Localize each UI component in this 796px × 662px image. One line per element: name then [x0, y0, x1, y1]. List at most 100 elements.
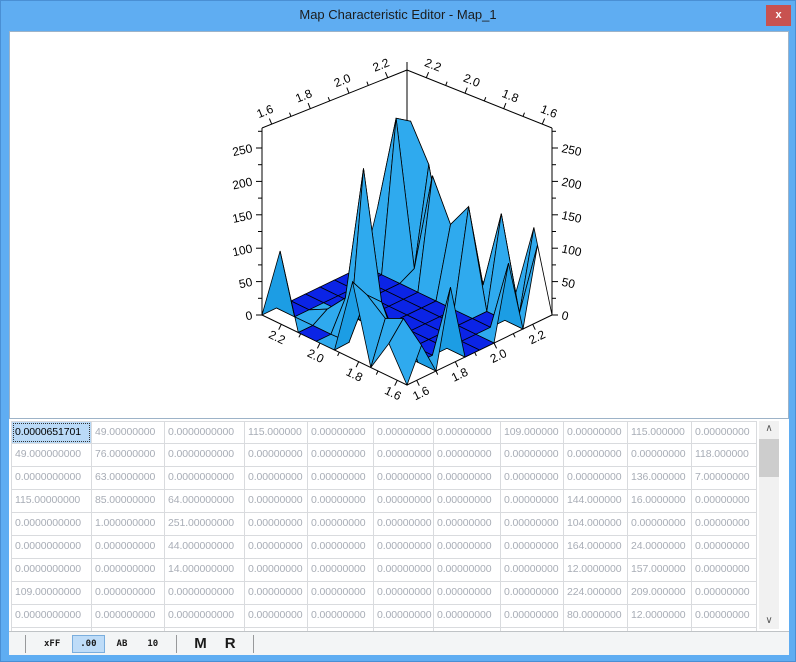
grid-cell[interactable]: 80.0000000 — [564, 605, 628, 628]
grid-cell[interactable]: 115.00000000 — [11, 490, 92, 513]
grid-cell[interactable]: 0.00000000 — [501, 582, 564, 605]
grid-cell[interactable]: 0.00000000 — [245, 467, 308, 490]
grid-cell[interactable]: 49.00000000 — [92, 421, 165, 444]
grid-cell[interactable]: 76.00000000 — [92, 444, 165, 467]
grid-cell[interactable]: 0.0000000000 — [165, 582, 245, 605]
grid-cell[interactable] — [11, 628, 92, 631]
grid-cell[interactable]: 0.00000000 — [501, 490, 564, 513]
grid-cell[interactable]: 109.000000 — [501, 421, 564, 444]
grid-cell[interactable] — [628, 628, 692, 631]
scroll-down-button[interactable]: ∨ — [759, 613, 779, 629]
grid-cell[interactable]: 0.00000000 — [501, 513, 564, 536]
grid-cell[interactable]: 0.00000000 — [692, 421, 757, 444]
grid-cell[interactable]: 0.00000000 — [434, 421, 501, 444]
grid-cell[interactable]: 64.000000000 — [165, 490, 245, 513]
grid-cell[interactable]: 0.00000000 — [245, 444, 308, 467]
grid-cell[interactable] — [564, 628, 628, 631]
grid-cell[interactable]: 0.00000000 — [564, 444, 628, 467]
grid-cell[interactable]: 0.000000000 — [92, 582, 165, 605]
grid-cell[interactable]: 0.00000000 — [434, 490, 501, 513]
grid-cell[interactable]: 12.0000000 — [564, 559, 628, 582]
grid-cell[interactable]: 104.000000 — [564, 513, 628, 536]
grid-cell[interactable]: 0.00000000 — [374, 536, 434, 559]
grid-cell[interactable]: 0.00000000 — [308, 559, 374, 582]
grid-cell[interactable]: 0.00000000 — [501, 605, 564, 628]
grid-cell[interactable]: 0.00000000 — [434, 605, 501, 628]
grid-cell[interactable]: 144.000000 — [564, 490, 628, 513]
grid-cell[interactable]: 0.00000000 — [308, 513, 374, 536]
grid-cell[interactable] — [165, 628, 245, 631]
grid-cell[interactable]: 63.00000000 — [92, 467, 165, 490]
scroll-up-button[interactable]: ∧ — [759, 421, 779, 437]
grid-cell[interactable]: 0.00000000 — [374, 444, 434, 467]
grid-cell[interactable]: 0.0000000000 — [165, 421, 245, 444]
grid-cell[interactable]: 0.0000000000 — [165, 467, 245, 490]
close-button[interactable]: x — [766, 5, 791, 26]
grid-cell[interactable]: 49.000000000 — [11, 444, 92, 467]
grid-cell[interactable]: 0.00000000 — [308, 582, 374, 605]
grid-cell[interactable] — [692, 628, 757, 631]
grid-cell[interactable]: 0.00000000 — [245, 513, 308, 536]
grid-cell[interactable]: 0.00000000 — [374, 582, 434, 605]
grid-vertical-scrollbar[interactable]: ∧ ∨ — [759, 421, 779, 629]
grid-cell[interactable]: 0.00000000 — [308, 605, 374, 628]
grid-cell[interactable] — [245, 628, 308, 631]
grid-cell[interactable]: 0.00000000 — [628, 513, 692, 536]
grid-cell[interactable]: 0.00000000 — [374, 467, 434, 490]
grid-cell[interactable]: 0.00000000 — [308, 536, 374, 559]
grid-cell[interactable]: 24.0000000 — [628, 536, 692, 559]
grid-cell[interactable]: 0.00000000 — [692, 536, 757, 559]
grid-cell[interactable]: 0.0000000000 — [11, 513, 92, 536]
grid-cell[interactable]: 115.000000 — [245, 421, 308, 444]
grid-cell[interactable]: 0.00000000 — [308, 421, 374, 444]
format-decimal-button[interactable]: .00 — [72, 635, 104, 653]
r-button[interactable]: R — [218, 633, 243, 654]
grid-cell[interactable]: 0.0000000000 — [11, 467, 92, 490]
format-base10-button[interactable]: 10 — [139, 635, 166, 653]
grid-cell[interactable]: 7.00000000 — [692, 467, 757, 490]
grid-cell[interactable]: 115.000000 — [628, 421, 692, 444]
grid-cell[interactable]: 0.00000000 — [245, 536, 308, 559]
grid-cell[interactable]: 0.00000000 — [374, 490, 434, 513]
grid-cell[interactable]: 12.0000000 — [628, 605, 692, 628]
grid-cell[interactable]: 0.00000000 — [692, 513, 757, 536]
grid-cell[interactable]: 118.000000 — [692, 444, 757, 467]
grid-cell[interactable]: 16.0000000 — [628, 490, 692, 513]
grid-cell[interactable]: 0.00000000 — [245, 582, 308, 605]
grid-cell[interactable]: 0.00000000 — [501, 467, 564, 490]
format-ascii-button[interactable]: AB — [109, 635, 136, 653]
grid-cell[interactable]: 0.00000000 — [501, 559, 564, 582]
grid-cell[interactable]: 0.0000000000 — [11, 536, 92, 559]
grid-cell[interactable] — [92, 628, 165, 631]
grid-cell[interactable]: 0.00000000 — [245, 490, 308, 513]
grid-cell[interactable] — [434, 628, 501, 631]
grid-cell[interactable]: 14.000000000 — [165, 559, 245, 582]
grid-cell[interactable]: 0.00000000 — [692, 559, 757, 582]
grid-cell[interactable]: 0.0000000000 — [11, 605, 92, 628]
grid-cell[interactable]: 0.00000000 — [434, 467, 501, 490]
grid-cell[interactable]: 136.000000 — [628, 467, 692, 490]
grid-cell[interactable]: 209.000000 — [628, 582, 692, 605]
grid-cell[interactable]: 0.0000000000 — [165, 605, 245, 628]
grid-cell[interactable]: 44.000000000 — [165, 536, 245, 559]
grid-cell[interactable] — [374, 628, 434, 631]
grid-cell[interactable]: 251.00000000 — [165, 513, 245, 536]
grid-cell[interactable] — [308, 628, 374, 631]
grid-cell[interactable]: 164.000000 — [564, 536, 628, 559]
grid-cell[interactable]: 109.00000000 — [11, 582, 92, 605]
grid-cell[interactable]: 0.00000000 — [308, 444, 374, 467]
grid-cell[interactable]: 0.000000000 — [92, 536, 165, 559]
grid-cell[interactable]: 0.00000000 — [564, 467, 628, 490]
format-hex-button[interactable]: xFF — [36, 635, 68, 653]
grid-cell[interactable]: 0.0000000000 — [11, 559, 92, 582]
grid-cell[interactable]: 0.00000000 — [501, 444, 564, 467]
grid-cell[interactable]: 0.00000000 — [434, 582, 501, 605]
m-button[interactable]: M — [187, 633, 214, 654]
grid-cell[interactable]: 0.00000000 — [692, 490, 757, 513]
grid-cell[interactable]: 0.00000000 — [692, 582, 757, 605]
grid-cell[interactable]: 0.00000000 — [434, 559, 501, 582]
grid-cell[interactable]: 0.00000000 — [434, 536, 501, 559]
grid-cell[interactable] — [501, 628, 564, 631]
grid-cell[interactable]: 0.0000651701 — [11, 421, 92, 444]
grid-cell[interactable]: 0.00000000 — [501, 536, 564, 559]
